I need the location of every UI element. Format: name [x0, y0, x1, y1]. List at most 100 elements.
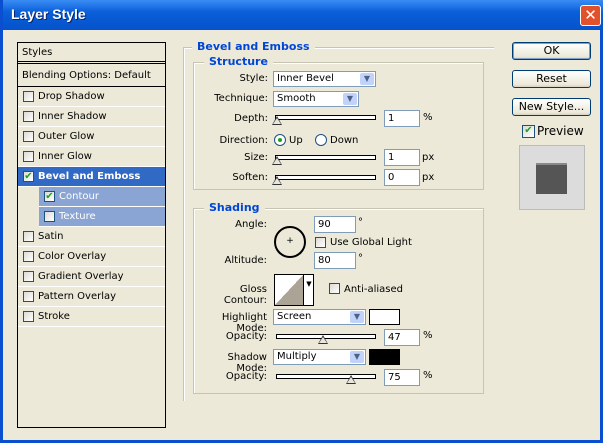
style-item-label: Inner Glow	[38, 151, 92, 162]
angle-input[interactable]: 90	[314, 216, 356, 233]
style-item-label: Pattern Overlay	[38, 291, 117, 302]
bevel-emboss-title: Bevel and Emboss	[192, 40, 315, 53]
highlight-opacity-label: Opacity:	[225, 331, 267, 342]
style-item-texture[interactable]: Texture	[39, 207, 165, 227]
depth-slider-thumb[interactable]	[272, 116, 282, 125]
depth-input[interactable]: 1	[384, 110, 420, 127]
shadow-mode-select[interactable]: Multiply ▼	[273, 349, 366, 365]
style-item-label: Bevel and Emboss	[38, 171, 141, 182]
depth-label: Depth:	[234, 113, 268, 124]
contour-preview	[275, 275, 303, 305]
style-item-label: Texture	[59, 211, 96, 222]
preview-label: Preview	[537, 124, 584, 138]
shadow-color-swatch[interactable]	[369, 349, 400, 365]
size-slider[interactable]	[275, 155, 376, 160]
style-item-outer-glow[interactable]: Outer Glow	[18, 127, 165, 147]
gloss-contour-picker[interactable]: ▼	[274, 274, 314, 306]
altitude-label: Altitude:	[224, 255, 267, 266]
style-item-label: Color Overlay	[38, 251, 107, 262]
global-light-checkbox[interactable]	[315, 237, 326, 248]
chevron-down-icon: ▼	[350, 351, 364, 363]
shadow-opacity-label: Opacity:	[225, 371, 267, 382]
depth-slider[interactable]	[275, 115, 376, 120]
direction-up-radio[interactable]	[274, 134, 286, 146]
style-item-gradient-overlay[interactable]: Gradient Overlay	[18, 267, 165, 287]
anti-aliased-label: Anti-aliased	[344, 284, 404, 295]
structure-title: Structure	[204, 55, 273, 68]
size-unit: px	[422, 152, 435, 163]
style-checkbox[interactable]	[23, 271, 34, 282]
technique-label: Technique:	[214, 93, 268, 104]
highlight-opacity-input[interactable]: 47	[384, 329, 420, 346]
shadow-opacity-slider[interactable]	[276, 374, 376, 379]
altitude-input[interactable]: 80	[314, 252, 356, 269]
highlight-opacity-unit: %	[423, 330, 433, 341]
soften-unit: px	[422, 172, 435, 183]
style-item-label: Stroke	[38, 311, 70, 322]
shadow-opacity-thumb[interactable]	[346, 375, 356, 384]
style-checkbox[interactable]	[23, 91, 34, 102]
style-item-label: Gradient Overlay	[38, 271, 124, 282]
styles-list: Styles Blending Options: Default Drop Sh…	[17, 42, 166, 428]
style-checkbox[interactable]: ✔	[44, 191, 55, 202]
gloss-contour-label: Gloss Contour:	[223, 284, 267, 306]
style-checkbox[interactable]	[23, 251, 34, 262]
style-item-inner-glow[interactable]: Inner Glow	[18, 147, 165, 167]
style-select[interactable]: Inner Bevel ▼	[273, 71, 376, 87]
style-checkbox[interactable]	[23, 111, 34, 122]
styles-header[interactable]: Styles	[18, 43, 165, 64]
anti-aliased-checkbox[interactable]	[329, 283, 340, 294]
chevron-down-icon: ▼	[360, 73, 374, 85]
depth-unit: %	[423, 112, 433, 123]
technique-select[interactable]: Smooth ▼	[273, 91, 359, 107]
global-light-label: Use Global Light	[330, 237, 412, 248]
style-checkbox[interactable]	[23, 291, 34, 302]
shadow-opacity-unit: %	[423, 370, 433, 381]
style-item-bevel-and-emboss[interactable]: ✔ Bevel and Emboss	[18, 167, 165, 187]
size-slider-thumb[interactable]	[272, 156, 282, 165]
shadow-mode-value: Multiply	[277, 351, 317, 362]
style-checkbox[interactable]	[44, 211, 55, 222]
highlight-mode-select[interactable]: Screen ▼	[273, 309, 366, 325]
highlight-opacity-thumb[interactable]	[318, 335, 328, 344]
ok-button[interactable]: OK	[512, 42, 591, 60]
dropdown-arrow-icon: ▼	[303, 275, 314, 305]
window-title: Layer Style	[11, 6, 86, 22]
style-item-satin[interactable]: Satin	[18, 227, 165, 247]
style-item-label: Satin	[38, 231, 64, 242]
style-item-label: Drop Shadow	[38, 91, 105, 102]
angle-label: Angle:	[235, 219, 267, 230]
size-input[interactable]: 1	[384, 149, 420, 166]
style-item-pattern-overlay[interactable]: Pattern Overlay	[18, 287, 165, 307]
blending-options[interactable]: Blending Options: Default	[18, 65, 165, 87]
style-checkbox[interactable]	[23, 311, 34, 322]
preview-swatch	[536, 163, 567, 194]
new-style-button[interactable]: New Style...	[512, 98, 591, 116]
style-item-stroke[interactable]: Stroke	[18, 307, 165, 327]
style-item-color-overlay[interactable]: Color Overlay	[18, 247, 165, 267]
soften-slider-thumb[interactable]	[272, 176, 282, 185]
style-checkbox[interactable]	[23, 131, 34, 142]
style-item-drop-shadow[interactable]: Drop Shadow	[18, 87, 165, 107]
direction-down-radio[interactable]	[315, 134, 327, 146]
style-item-inner-shadow[interactable]: Inner Shadow	[18, 107, 165, 127]
style-checkbox[interactable]: ✔	[23, 171, 34, 182]
style-value: Inner Bevel	[277, 73, 334, 84]
direction-down-label: Down	[330, 135, 359, 146]
shadow-opacity-input[interactable]: 75	[384, 369, 420, 386]
reset-button[interactable]: Reset	[512, 70, 591, 88]
highlight-mode-value: Screen	[277, 311, 312, 322]
soften-slider[interactable]	[275, 175, 376, 180]
close-icon[interactable]: ✕	[580, 5, 601, 26]
style-item-contour[interactable]: ✔ Contour	[39, 187, 165, 207]
direction-up-label: Up	[289, 135, 303, 146]
angle-dial[interactable]: +	[274, 226, 306, 258]
size-label: Size:	[244, 152, 268, 163]
title-bar: Layer Style ✕	[3, 0, 603, 30]
style-checkbox[interactable]	[23, 151, 34, 162]
preview-checkbox[interactable]: ✔	[522, 125, 535, 138]
style-checkbox[interactable]	[23, 231, 34, 242]
highlight-color-swatch[interactable]	[369, 309, 400, 325]
direction-label: Direction:	[219, 135, 268, 146]
soften-input[interactable]: 0	[384, 169, 420, 186]
